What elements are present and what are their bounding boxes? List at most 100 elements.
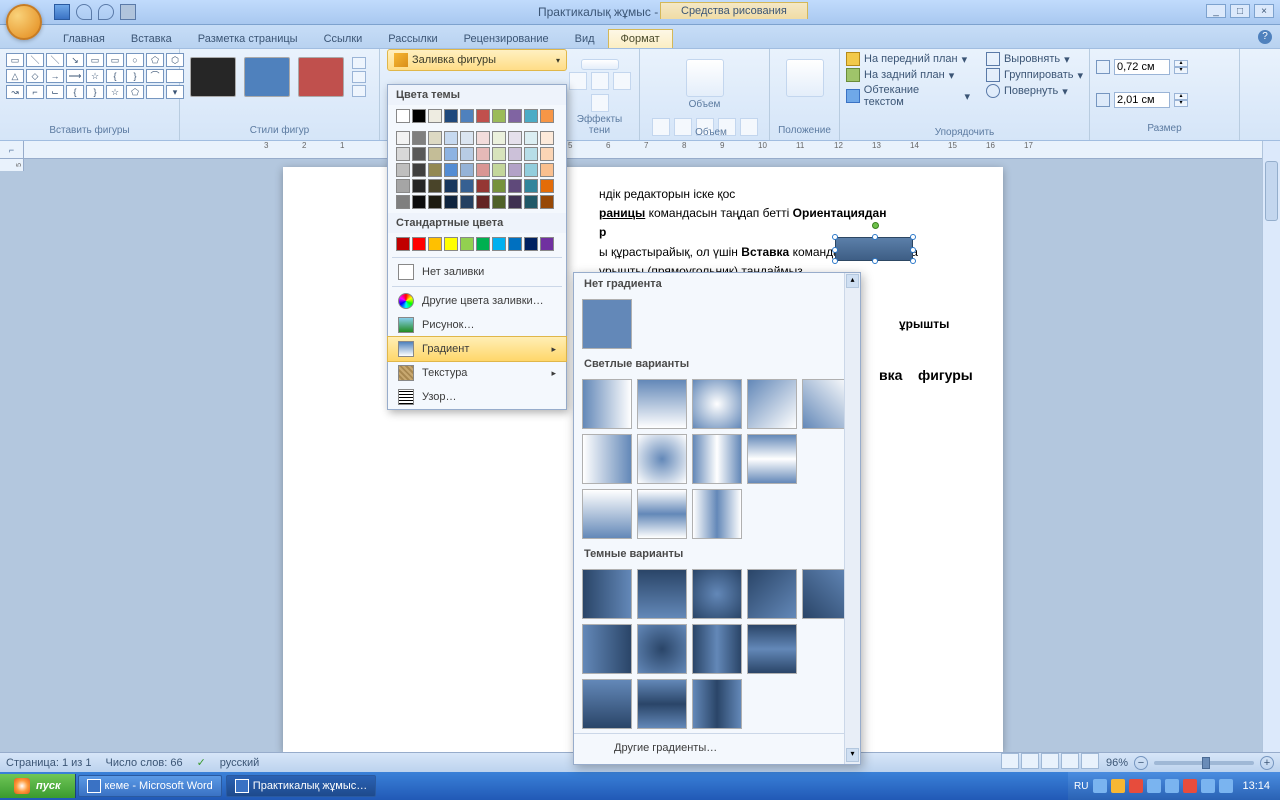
- resize-handle[interactable]: [910, 247, 916, 253]
- gradient-swatch[interactable]: [747, 434, 797, 484]
- color-swatch[interactable]: [508, 179, 522, 193]
- send-back-button[interactable]: На задний план ▾: [846, 67, 970, 83]
- close-button[interactable]: ×: [1254, 4, 1274, 18]
- gradient-swatch[interactable]: [637, 434, 687, 484]
- text-wrap-button[interactable]: Обтекание текстом ▾: [846, 83, 970, 109]
- color-swatch[interactable]: [428, 109, 442, 123]
- shadow-nudge-icon[interactable]: [569, 72, 587, 90]
- tab-page-layout[interactable]: Разметка страницы: [185, 29, 311, 48]
- gradient-swatch[interactable]: [637, 489, 687, 539]
- gradient-swatch[interactable]: [692, 624, 742, 674]
- gradient-swatch[interactable]: [692, 434, 742, 484]
- gradient-swatch[interactable]: [582, 679, 632, 729]
- tab-mailings[interactable]: Рассылки: [375, 29, 450, 48]
- resize-handle[interactable]: [832, 258, 838, 264]
- color-swatch[interactable]: [396, 195, 410, 209]
- color-swatch[interactable]: [524, 131, 538, 145]
- color-swatch[interactable]: [460, 179, 474, 193]
- more-colors-item[interactable]: Другие цвета заливки…: [388, 289, 566, 313]
- tray-language[interactable]: RU: [1074, 781, 1088, 792]
- color-swatch[interactable]: [460, 163, 474, 177]
- gradient-swatch[interactable]: [582, 489, 632, 539]
- color-swatch[interactable]: [444, 179, 458, 193]
- color-swatch[interactable]: [412, 179, 426, 193]
- vertical-ruler[interactable]: 112345: [0, 159, 24, 171]
- start-button[interactable]: пуск: [0, 774, 76, 798]
- scrollbar-thumb[interactable]: [1265, 161, 1278, 221]
- ruler-corner[interactable]: ⌐: [0, 141, 24, 159]
- color-swatch[interactable]: [524, 195, 538, 209]
- color-swatch[interactable]: [492, 195, 506, 209]
- status-page[interactable]: Страница: 1 из 1: [6, 757, 92, 769]
- color-swatch[interactable]: [492, 179, 506, 193]
- zoom-out-button[interactable]: −: [1134, 756, 1148, 770]
- gradient-swatch[interactable]: [637, 624, 687, 674]
- tab-insert[interactable]: Вставка: [118, 29, 185, 48]
- view-buttons[interactable]: [1000, 753, 1100, 772]
- shadow-nudge-icon[interactable]: [591, 72, 609, 90]
- office-button[interactable]: [6, 4, 42, 40]
- gradient-swatch[interactable]: [637, 679, 687, 729]
- color-swatch[interactable]: [492, 131, 506, 145]
- no-fill-item[interactable]: Нет заливки: [388, 260, 566, 284]
- taskbar-item[interactable]: кеме - Microsoft Word: [78, 775, 222, 797]
- color-swatch[interactable]: [444, 109, 458, 123]
- position-icon[interactable]: [786, 59, 824, 97]
- color-swatch[interactable]: [428, 237, 442, 251]
- color-swatch[interactable]: [476, 179, 490, 193]
- color-swatch[interactable]: [476, 147, 490, 161]
- color-swatch[interactable]: [476, 109, 490, 123]
- color-swatch[interactable]: [540, 109, 554, 123]
- gradient-swatch[interactable]: [747, 569, 797, 619]
- tab-home[interactable]: Главная: [50, 29, 118, 48]
- qat-save-icon[interactable]: [54, 4, 70, 20]
- color-swatch[interactable]: [396, 179, 410, 193]
- qat-print-icon[interactable]: [120, 4, 136, 20]
- color-swatch[interactable]: [524, 163, 538, 177]
- color-swatch[interactable]: [412, 131, 426, 145]
- height-input[interactable]: [1114, 59, 1170, 75]
- resize-handle[interactable]: [872, 258, 878, 264]
- color-swatch[interactable]: [444, 147, 458, 161]
- color-swatch[interactable]: [508, 237, 522, 251]
- color-swatch[interactable]: [492, 237, 506, 251]
- color-swatch[interactable]: [476, 237, 490, 251]
- shapes-gallery[interactable]: ▭＼＼↘▭▭○⬠⬡ △◇→⟶☆{}⌒ ↝⌐⌙{}☆⬠▾: [6, 53, 173, 99]
- texture-fill-item[interactable]: Текстура▸: [388, 361, 566, 385]
- color-swatch[interactable]: [412, 147, 426, 161]
- color-swatch[interactable]: [508, 195, 522, 209]
- gradient-swatch[interactable]: [747, 379, 797, 429]
- color-swatch[interactable]: [460, 109, 474, 123]
- color-swatch[interactable]: [540, 163, 554, 177]
- color-swatch[interactable]: [460, 195, 474, 209]
- color-swatch[interactable]: [444, 195, 458, 209]
- zoom-slider[interactable]: [1154, 761, 1254, 765]
- shadow-nudge-icon[interactable]: [591, 94, 609, 112]
- color-swatch[interactable]: [428, 195, 442, 209]
- picture-fill-item[interactable]: Рисунок…: [388, 313, 566, 337]
- color-swatch[interactable]: [428, 163, 442, 177]
- zoom-slider-knob[interactable]: [1202, 757, 1210, 769]
- color-swatch[interactable]: [540, 131, 554, 145]
- status-language[interactable]: русский: [220, 757, 259, 769]
- shadow-nudge-icon[interactable]: [613, 72, 631, 90]
- color-swatch[interactable]: [524, 237, 538, 251]
- gallery-down-icon[interactable]: [352, 71, 366, 83]
- resize-handle[interactable]: [910, 258, 916, 264]
- gradient-swatch[interactable]: [582, 624, 632, 674]
- tray-clock[interactable]: 13:14: [1238, 780, 1274, 792]
- color-swatch[interactable]: [460, 147, 474, 161]
- shape-fill-dropdown[interactable]: Заливка фигуры ▾: [387, 49, 567, 71]
- color-swatch[interactable]: [396, 237, 410, 251]
- color-swatch[interactable]: [396, 131, 410, 145]
- color-swatch[interactable]: [444, 163, 458, 177]
- help-icon[interactable]: ?: [1258, 30, 1272, 44]
- more-gradients-item[interactable]: Другие градиенты…: [574, 733, 860, 764]
- style-swatch-1[interactable]: [190, 57, 236, 97]
- spin-down-icon[interactable]: ▾: [1174, 67, 1188, 74]
- color-swatch[interactable]: [460, 131, 474, 145]
- color-swatch[interactable]: [492, 109, 506, 123]
- minimize-button[interactable]: _: [1206, 4, 1226, 18]
- color-swatch[interactable]: [476, 163, 490, 177]
- rotation-handle[interactable]: [872, 222, 879, 229]
